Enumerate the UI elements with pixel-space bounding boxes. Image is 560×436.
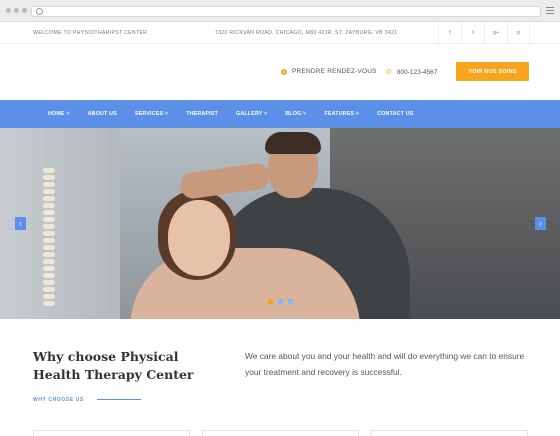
browser-chrome (0, 0, 560, 22)
feature-card (33, 430, 190, 436)
welcome-text: WELCOME TO PHYSIOTHARIPST CENTER (33, 30, 148, 36)
close-dot[interactable] (6, 8, 11, 13)
nav-item-features[interactable]: FEATURES ˅ (324, 111, 359, 117)
slider-pagination (268, 299, 293, 304)
nav-item-blog[interactable]: BLOG ˅ (285, 111, 306, 117)
intro-text: We care about you and your health and wi… (245, 351, 525, 377)
top-bar: WELCOME TO PHYSIOTHARIPST CENTER 7320 RI… (0, 22, 560, 44)
phone-icon: ✆ (386, 69, 392, 76)
view-services-button[interactable]: VOIR NOS SOINS (456, 62, 529, 81)
address-text: 7320 RICKVAN ROAD, CHICAGO, M83 42JR, ST… (215, 30, 398, 36)
nav-item-gallery[interactable]: GALLERY ˅ (236, 111, 267, 117)
address-bar[interactable] (31, 6, 541, 17)
minimize-dot[interactable] (14, 8, 19, 13)
slider-bullet[interactable] (288, 299, 293, 304)
intro-divider (97, 399, 141, 400)
feature-card (202, 430, 359, 436)
phone-link[interactable]: ✆ 800-123-4567 (386, 68, 438, 77)
slider-next-button[interactable]: › (535, 217, 546, 230)
slider-prev-button[interactable]: ‹ (15, 217, 26, 230)
pinterest-icon[interactable]: p (507, 22, 530, 44)
twitter-icon[interactable]: t (461, 22, 484, 44)
intro-subtitle: WHY CHOOSE US (33, 397, 84, 403)
hero-slider: ‹ › (0, 128, 560, 319)
hamburger-menu-icon[interactable] (546, 7, 554, 14)
slider-bullet[interactable] (278, 299, 283, 304)
nav-item-services[interactable]: SERVICES ˅ (135, 111, 168, 117)
nav-item-therapist[interactable]: THERAPIST (186, 111, 218, 117)
nav-item-home[interactable]: HOME ˅ (48, 111, 70, 117)
nav-item-contact[interactable]: CONTACT US (377, 111, 413, 117)
slider-bullet[interactable] (268, 299, 273, 304)
clock-icon (281, 68, 287, 75)
window-controls[interactable] (6, 8, 27, 13)
patient-face (168, 200, 230, 276)
site-header: PRENDRE RENDEZ-VOUS ✆ 800-123-4567 VOIR … (0, 44, 560, 100)
facebook-icon[interactable]: f (438, 22, 461, 44)
social-links: f t g+ p (438, 22, 530, 44)
google-plus-icon[interactable]: g+ (484, 22, 507, 44)
appointment-link[interactable]: PRENDRE RENDEZ-VOUS (281, 68, 377, 75)
maximize-dot[interactable] (22, 8, 27, 13)
nav-item-about[interactable]: ABOUT US (88, 111, 117, 117)
intro-title: Why choose Physical Health Therapy Cente… (33, 349, 194, 382)
phone-number: 800-123-4567 (396, 68, 438, 76)
appointment-label: PRENDRE RENDEZ-VOUS (292, 68, 377, 75)
feature-card (371, 430, 528, 436)
reload-icon[interactable] (36, 8, 43, 15)
spine-model-image (42, 168, 56, 308)
main-nav: HOME ˅ ABOUT US SERVICES ˅ THERAPIST GAL… (0, 100, 560, 128)
therapist-hair (265, 132, 321, 154)
